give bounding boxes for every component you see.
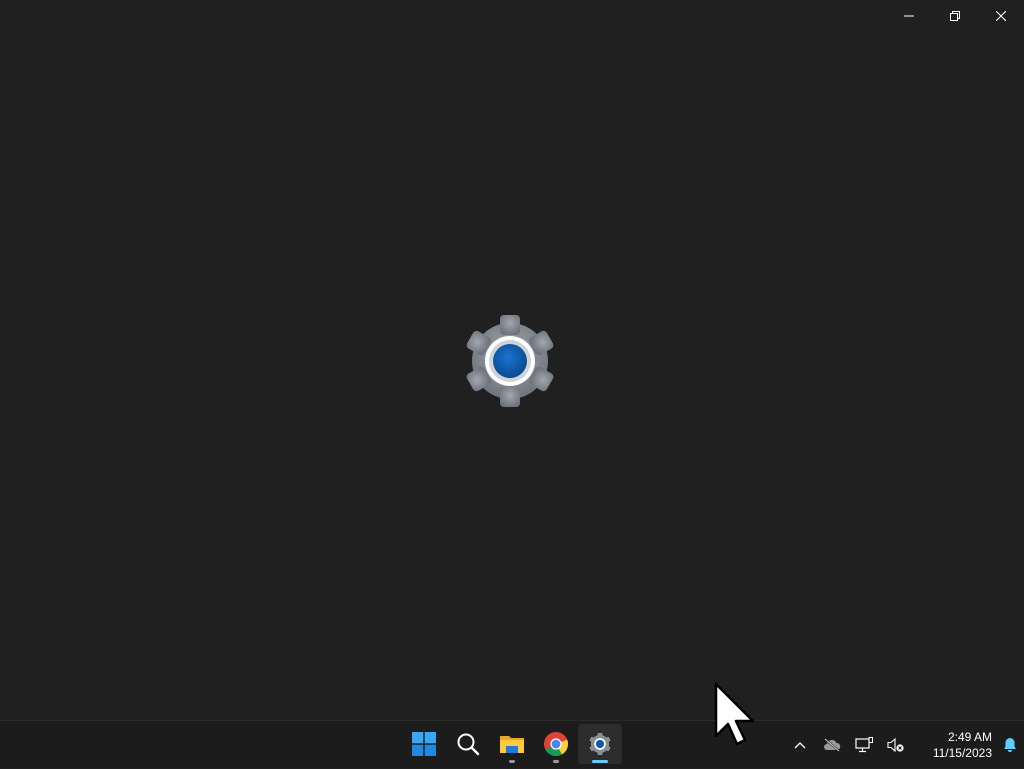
mouse-cursor-icon [714, 682, 755, 746]
search-icon [457, 733, 480, 756]
restore-button[interactable] [932, 0, 978, 32]
settings-gear-icon [466, 315, 554, 407]
taskbar: 2:49 AM 11/15/2023 [0, 720, 1024, 768]
settings-app-window [0, 0, 1024, 720]
network-icon [855, 737, 873, 753]
start-button[interactable] [402, 724, 446, 764]
caption-buttons [886, 0, 1024, 32]
windows-logo-icon [412, 732, 436, 756]
file-explorer-button[interactable] [490, 724, 534, 764]
running-indicator [509, 760, 515, 763]
close-icon [996, 11, 1006, 21]
volume-button[interactable] [880, 729, 912, 761]
cloud-offline-icon [824, 738, 841, 752]
minimize-button[interactable] [886, 0, 932, 32]
minimize-icon [904, 15, 914, 17]
notification-button[interactable] [996, 729, 1024, 761]
settings-gear-icon [589, 732, 611, 756]
folder-icon [500, 736, 524, 753]
show-hidden-icons-button[interactable] [784, 729, 816, 761]
settings-button[interactable] [578, 724, 622, 764]
close-button[interactable] [978, 0, 1024, 32]
chrome-button[interactable] [534, 724, 578, 764]
clock-date: 11/15/2023 [932, 746, 992, 760]
chrome-icon [544, 732, 569, 757]
onedrive-button[interactable] [816, 729, 848, 761]
volume-muted-icon [887, 737, 904, 753]
chevron-up-icon [794, 742, 806, 749]
network-button[interactable] [848, 729, 880, 761]
search-button[interactable] [446, 724, 490, 764]
clock-time: 2:49 AM [947, 730, 992, 744]
restore-icon [950, 11, 960, 21]
bell-icon [1004, 738, 1016, 752]
running-indicator [553, 760, 559, 763]
system-tray: 2:49 AM 11/15/2023 [784, 721, 1024, 769]
clock-button[interactable]: 2:49 AM 11/15/2023 [912, 729, 996, 761]
taskbar-apps [402, 724, 622, 764]
active-indicator [592, 760, 608, 763]
